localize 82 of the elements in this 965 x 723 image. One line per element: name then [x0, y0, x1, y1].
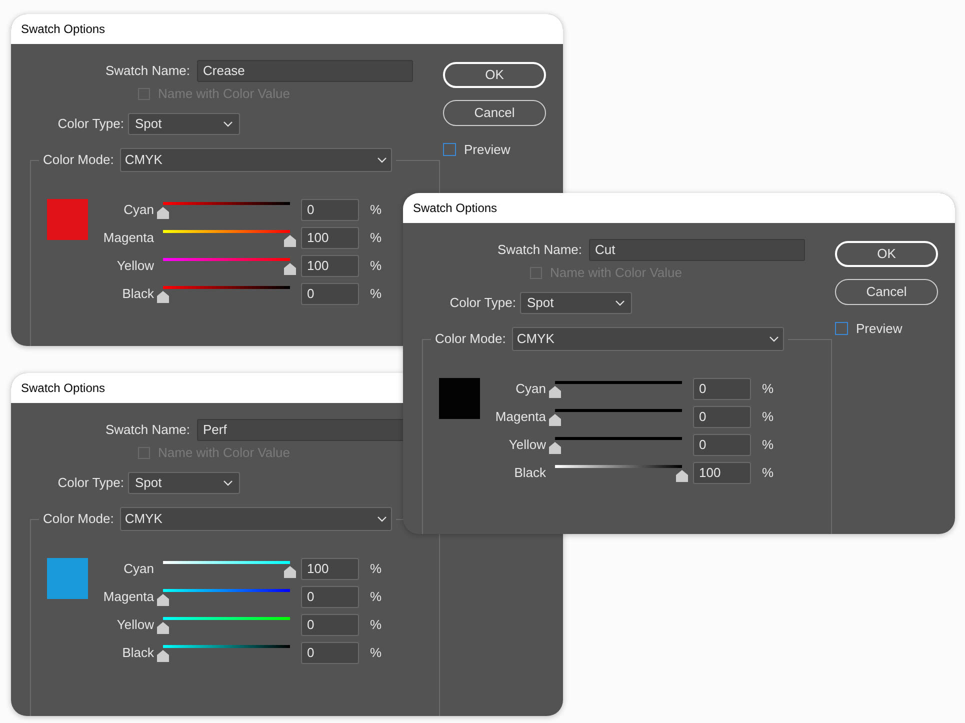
value-field[interactable]: 0 — [301, 642, 359, 664]
field-label: Color Type: — [448, 294, 516, 312]
channel-label: Magenta — [494, 408, 546, 426]
chevron-down-icon — [768, 336, 779, 342]
value-field[interactable]: 0 — [693, 406, 751, 428]
color-mode-select[interactable]: CMYK — [120, 148, 392, 172]
unit-label: % — [370, 588, 382, 606]
value-field[interactable]: 0 — [693, 378, 751, 400]
field-label: Color Mode: — [43, 510, 114, 528]
field-label: Swatch Name: — [496, 241, 582, 260]
ok-button[interactable]: OK — [835, 241, 938, 267]
checkbox-label: Preview — [464, 141, 510, 159]
color-type-select[interactable]: Spot — [520, 292, 632, 314]
unit-label: % — [762, 380, 774, 398]
value-field[interactable]: 0 — [301, 586, 359, 608]
slider-thumb[interactable] — [284, 566, 296, 578]
window-title: Swatch Options — [21, 21, 106, 38]
channel-label: Cyan — [514, 380, 546, 398]
slider-thumb[interactable] — [284, 235, 296, 247]
channel-label: Yellow — [508, 436, 546, 454]
unit-label: % — [370, 644, 382, 662]
slider-thumb[interactable] — [549, 414, 561, 426]
unit-label: % — [762, 408, 774, 426]
slider-thumb[interactable] — [284, 263, 296, 275]
chevron-down-icon — [223, 121, 233, 127]
checkbox-label: Preview — [856, 320, 902, 338]
chevron-down-icon — [376, 516, 387, 522]
channel-label: Black — [513, 464, 546, 482]
cancel-button[interactable]: Cancel — [443, 100, 546, 126]
value-field[interactable]: 100 — [301, 558, 359, 580]
value-field[interactable]: 0 — [301, 283, 359, 305]
slider-thumb[interactable] — [676, 470, 688, 482]
slider-thumb[interactable] — [157, 207, 169, 219]
channel-label: Black — [121, 644, 154, 662]
slider-thumb[interactable] — [549, 386, 561, 398]
value-field[interactable]: 100 — [301, 227, 359, 249]
unit-label: % — [370, 616, 382, 634]
unit-label: % — [370, 560, 382, 578]
unit-label: % — [370, 201, 382, 220]
channel-label: Yellow — [116, 257, 154, 276]
value-field[interactable]: 0 — [301, 614, 359, 636]
field-label: Swatch Name: — [104, 62, 190, 80]
channel-label: Magenta — [102, 229, 154, 248]
color-type-select[interactable]: Spot — [128, 113, 240, 135]
checkbox[interactable] — [443, 143, 456, 156]
color-mode-select[interactable]: CMYK — [512, 327, 784, 351]
unit-label: % — [370, 257, 382, 276]
field-label: Swatch Name: — [104, 421, 190, 440]
value-field[interactable]: 0 — [301, 199, 359, 221]
ok-button[interactable]: OK — [443, 62, 546, 88]
field-label: Color Mode: — [43, 151, 114, 170]
field-label: Color Type: — [56, 115, 124, 134]
channel-label: Cyan — [122, 560, 154, 578]
chevron-down-icon — [223, 480, 233, 486]
unit-label: % — [762, 464, 774, 482]
slider-thumb[interactable] — [157, 650, 169, 662]
slider-thumb[interactable] — [157, 622, 169, 634]
channel-label: Cyan — [122, 201, 154, 220]
value-field[interactable]: 100 — [301, 255, 359, 277]
slider-thumb[interactable] — [549, 442, 561, 454]
unit-label: % — [762, 436, 774, 454]
slider-thumb[interactable] — [157, 291, 169, 303]
field-label: Color Mode: — [435, 330, 506, 348]
chevron-down-icon — [376, 157, 387, 163]
checkbox[interactable] — [835, 322, 848, 336]
slider-thumb[interactable] — [157, 594, 169, 606]
unit-label: % — [370, 229, 382, 248]
channel-label: Black — [121, 285, 154, 304]
value-field[interactable]: 100 — [693, 462, 751, 484]
color-mode-select[interactable]: CMYK — [120, 507, 392, 531]
channel-label: Magenta — [102, 588, 154, 606]
channel-label: Yellow — [116, 616, 154, 634]
swatch-name-field[interactable]: Crease — [197, 60, 413, 82]
color-type-select[interactable]: Spot — [128, 472, 240, 494]
unit-label: % — [370, 285, 382, 304]
swatch-name-field[interactable]: Cut — [589, 239, 805, 261]
field-label: Color Type: — [56, 474, 124, 492]
chevron-down-icon — [615, 300, 625, 306]
window-title: Swatch Options — [21, 380, 106, 397]
cancel-button[interactable]: Cancel — [835, 279, 938, 305]
value-field[interactable]: 0 — [693, 434, 751, 456]
window-title: Swatch Options — [413, 200, 498, 217]
